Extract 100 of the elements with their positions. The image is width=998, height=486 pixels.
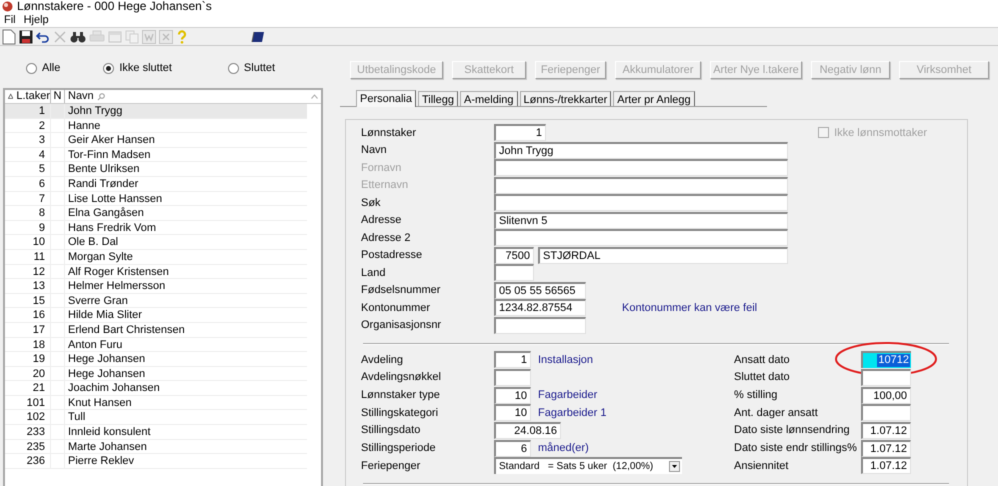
table-cell-text: Lise Lotte Hanssen: [67, 192, 162, 206]
input-field[interactable]: 1.07.12: [861, 422, 911, 440]
table-row[interactable]: 12 Alf Roger Kristensen: [5, 264, 307, 280]
input-field[interactable]: [861, 404, 911, 422]
table-row[interactable]: 5 Bente Ulriksen: [5, 162, 307, 177]
input-field[interactable]: [494, 316, 586, 334]
input-field[interactable]: 6: [494, 440, 531, 457]
tab[interactable]: Personalia: [356, 90, 416, 107]
input-field[interactable]: [494, 229, 788, 246]
table-row[interactable]: 16 Hilde Mia Sliter: [5, 308, 307, 323]
table-cell-text: Tor-Finn Madsen: [67, 148, 151, 162]
menu-item[interactable]: Fil: [0, 12, 20, 28]
menu-item[interactable]: Hjelp: [20, 12, 53, 28]
field-label: Organisasjonsnr: [361, 318, 442, 333]
input-field[interactable]: 10: [494, 386, 531, 404]
table-cell: 101: [5, 396, 51, 410]
table-cell-text: Ole B. Dal: [67, 235, 118, 249]
table-cell-text: Knut Hansen: [67, 396, 132, 410]
input-field[interactable]: John Trygg: [494, 142, 788, 159]
table-row[interactable]: 235 Marte Johansen: [5, 440, 307, 454]
table-row[interactable]: 3 Geir Aker Hansen: [5, 133, 307, 148]
app-icon: [2, 1, 13, 12]
radio-button[interactable]: Sluttet: [228, 60, 276, 76]
input-field[interactable]: 7500: [494, 246, 534, 264]
input-field[interactable]: [494, 264, 534, 282]
input-field[interactable]: 1234.82.87554: [494, 299, 586, 316]
field-label: Stillingsdato: [361, 423, 422, 438]
column-header[interactable]: N: [54, 88, 62, 105]
window-title: Lønnstakere - 000 Hege Johansen`s: [17, 0, 212, 13]
input-field[interactable]: 1: [494, 351, 531, 368]
table-cell: 233: [5, 425, 51, 439]
table-row[interactable]: 102 Tull: [5, 410, 307, 426]
tab[interactable]: A-melding: [460, 91, 518, 106]
table-row[interactable]: 1 John Trygg: [5, 104, 307, 119]
table-row[interactable]: 233 Innleid konsulent: [5, 425, 307, 440]
book-icon[interactable]: [251, 30, 265, 42]
tab[interactable]: Lønns-/trekkarter: [520, 91, 612, 106]
binoculars-icon[interactable]: [70, 30, 86, 44]
table-cell: 16: [5, 308, 51, 322]
tab[interactable]: Tillegg: [418, 91, 458, 106]
column-header[interactable]: L.taker: [16, 88, 50, 105]
field-label: Ant. dager ansatt: [734, 406, 819, 421]
table-row[interactable]: 236 Pierre Reklev: [5, 454, 307, 469]
radio-button[interactable]: Alle: [26, 60, 60, 76]
input-field[interactable]: 05 05 55 56565: [494, 282, 586, 299]
input-field[interactable]: STJØRDAL: [538, 246, 788, 264]
table-cell: 18: [5, 338, 51, 352]
table-cell: 21: [5, 381, 51, 395]
search-icon[interactable]: [96, 92, 105, 100]
input-field[interactable]: [494, 194, 788, 212]
column-header[interactable]: Navn: [68, 88, 94, 105]
table-row[interactable]: 13 Helmer Helmersson: [5, 279, 307, 294]
input-field[interactable]: 100,00: [861, 386, 911, 404]
table-cell-text: Erlend Bart Christensen: [67, 322, 185, 336]
table-row[interactable]: 11 Morgan Sylte: [5, 250, 307, 265]
table-row[interactable]: 101 Knut Hansen: [5, 396, 307, 410]
table-row[interactable]: 17 Erlend Bart Christensen: [5, 322, 307, 338]
table-row[interactable]: 20 Hege Johansen: [5, 366, 307, 382]
table-row[interactable]: 7 Lise Lotte Hanssen: [5, 192, 307, 206]
table-row[interactable]: 4 Tor-Finn Madsen: [5, 148, 307, 162]
table-cell: 235: [5, 440, 51, 454]
table-row[interactable]: 6 Randi Trønder: [5, 176, 307, 192]
table-row[interactable]: 2 Hanne: [5, 118, 307, 134]
table-row[interactable]: 8 Elna Gangåsen: [5, 206, 307, 221]
field-label: Adresse: [361, 213, 402, 228]
table-row[interactable]: 19 Hege Johansen: [5, 352, 307, 367]
input-field[interactable]: [861, 369, 911, 386]
input-field[interactable]: [494, 176, 788, 194]
input-field[interactable]: [494, 159, 788, 176]
undo-icon[interactable]: [36, 30, 50, 44]
save-icon[interactable]: [19, 30, 33, 44]
input-field[interactable]: 1: [494, 124, 546, 142]
input-field[interactable]: Slitenvn 5: [494, 212, 788, 229]
document-icon[interactable]: [2, 28, 16, 44]
table-row[interactable]: 15 Sverre Gran: [5, 294, 307, 308]
table-cell-text: Joachim Johansen: [67, 381, 160, 395]
table-row[interactable]: 18 Anton Furu: [5, 338, 307, 352]
field-label: Fornavn: [361, 160, 402, 176]
radio-button[interactable]: Ikke sluttet: [103, 60, 172, 76]
table-row[interactable]: 10 Ole B. Dal: [5, 235, 307, 250]
field-label: Feriepenger: [361, 458, 422, 474]
table-cell: 13: [5, 279, 51, 293]
input-field[interactable]: 10712: [861, 351, 911, 368]
input-field[interactable]: 1.07.12: [861, 457, 911, 474]
table-cell-text: Elna Gangåsen: [67, 206, 144, 220]
field-label: Dato siste lønnsendring: [734, 423, 851, 438]
input-field[interactable]: [494, 369, 531, 386]
field-label: Postadresse: [361, 248, 424, 263]
scroll-up-icon[interactable]: [310, 94, 318, 99]
table-cell: 236: [5, 454, 51, 468]
dropdown[interactable]: Standard = Sats 5 uker (12,00%): [494, 457, 682, 474]
table-row[interactable]: 9 Hans Fredrik Vom: [5, 220, 307, 236]
table-cell: 17: [5, 322, 51, 336]
table-cell: 11: [5, 250, 51, 264]
sort-icon[interactable]: [8, 93, 14, 100]
table-row[interactable]: 21 Joachim Johansen: [5, 381, 307, 396]
tab[interactable]: Arter pr Anlegg: [613, 91, 695, 106]
input-field[interactable]: 24.08.16: [494, 422, 561, 440]
input-field[interactable]: 10: [494, 404, 531, 422]
input-field[interactable]: 1.07.12: [861, 440, 911, 457]
